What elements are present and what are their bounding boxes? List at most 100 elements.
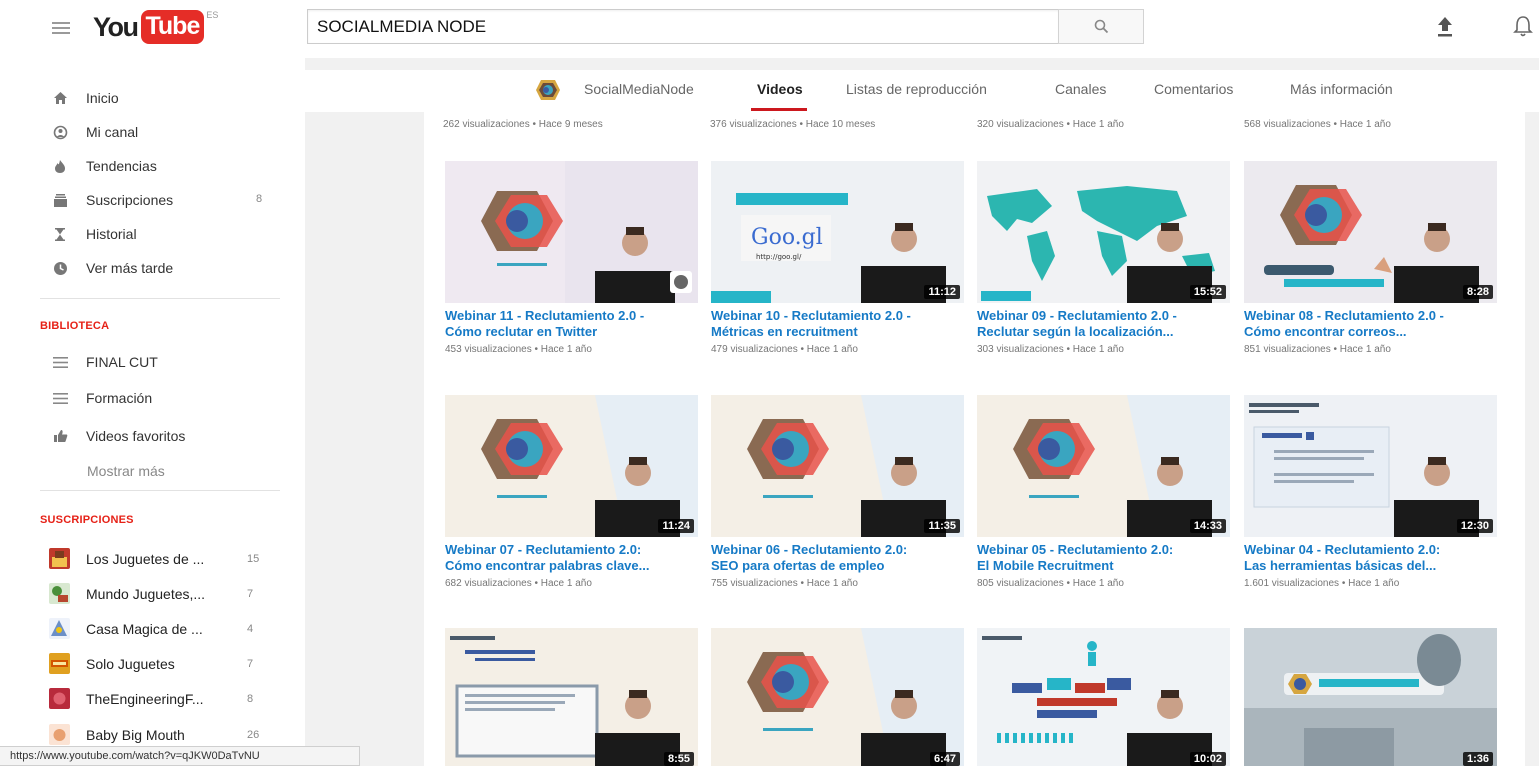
channel-avatar <box>49 653 70 674</box>
guide-item-videos-favoritos[interactable]: Videos favoritos <box>0 418 300 452</box>
subscription-item[interactable]: Los Juguetes de ... 15 <box>0 542 300 576</box>
guide-divider <box>40 490 280 491</box>
guide-item-label: Tendencias <box>86 158 157 174</box>
user-icon <box>52 124 68 140</box>
guide-item-label: Mi canal <box>86 124 139 140</box>
video-title-line: Reclutar según la localización... <box>977 324 1174 339</box>
tab-listas-de-reproduccion[interactable]: Listas de reproducción <box>846 81 987 97</box>
link-status-bar: https://www.youtube.com/watch?v=qJKW0DaT… <box>0 746 360 766</box>
video-thumbnail[interactable] <box>445 161 698 303</box>
guide-item-label: Videos favoritos <box>86 428 186 444</box>
bell-icon[interactable] <box>1513 14 1533 38</box>
upload-icon[interactable] <box>1437 16 1453 38</box>
guide-item-tendencias[interactable]: Tendencias <box>0 148 300 182</box>
tab-mas-informacion[interactable]: Más información <box>1290 81 1393 97</box>
video-title-line: Webinar 10 - Reclutamiento 2.0 - <box>711 308 911 323</box>
video-duration: 8:28 <box>1462 285 1493 299</box>
videos-grid: 262 visualizaciones • Hace 9 meses 376 v… <box>424 112 1525 766</box>
video-title-line: Webinar 07 - Reclutamiento 2.0: <box>445 542 642 557</box>
video-title-line: Cómo reclutar en Twitter <box>445 324 598 339</box>
video-title-line: Métricas en recruitment <box>711 324 858 339</box>
flame-icon <box>52 158 68 174</box>
subscription-label: Los Juguetes de ... <box>86 551 205 567</box>
channel-name-link[interactable]: SocialMediaNode <box>584 81 694 97</box>
video-meta: 376 visualizaciones • Hace 10 meses <box>710 119 876 130</box>
subscription-item[interactable]: Solo Juguetes 7 <box>0 647 300 681</box>
search-button[interactable] <box>1058 9 1144 44</box>
channel-avatar <box>49 548 70 569</box>
guide-item-final-cut[interactable]: FINAL CUT <box>0 344 300 378</box>
guide-item-inicio[interactable]: Inicio <box>0 80 300 114</box>
subscription-label: Solo Juguetes <box>86 656 175 672</box>
masthead: You Tube ES SOCIALMEDIA NODE <box>0 0 1539 58</box>
thumbs-up-icon <box>52 428 68 444</box>
video-thumbnail[interactable]: 14:33 <box>977 395 1230 537</box>
tab-comentarios[interactable]: Comentarios <box>1154 81 1233 97</box>
guide-sidebar: Inicio Mi canal Tendencias Suscripciones… <box>0 58 305 766</box>
video-meta: 453 visualizaciones • Hace 1 año <box>445 344 592 355</box>
guide-item-formacion[interactable]: Formación <box>0 380 300 414</box>
tab-videos[interactable]: Videos <box>757 81 803 97</box>
video-title-link[interactable]: Webinar 06 - Reclutamiento 2.0: SEO para… <box>711 542 969 574</box>
subscription-item[interactable]: Casa Magica de ... 4 <box>0 612 300 646</box>
search-icon <box>1094 19 1108 34</box>
video-meta: 303 visualizaciones • Hace 1 año <box>977 344 1124 355</box>
thumbnail-image <box>445 395 698 537</box>
subscription-label: Mundo Juguetes,... <box>86 586 206 602</box>
video-duration: 1:36 <box>1462 752 1493 766</box>
search-input[interactable]: SOCIALMEDIA NODE <box>307 9 1059 44</box>
video-meta: 805 visualizaciones • Hace 1 año <box>977 578 1124 589</box>
video-thumbnail[interactable]: Goo.gl http://goo.gl/ 11:12 <box>711 161 964 303</box>
thumbnail-image <box>1244 395 1497 537</box>
video-title-link[interactable]: Webinar 09 - Reclutamiento 2.0 - Recluta… <box>977 308 1235 340</box>
video-title-line: Cómo encontrar palabras clave... <box>445 558 650 573</box>
thumbnail-image <box>977 628 1230 766</box>
library-section-title: BIBLIOTECA <box>40 320 110 332</box>
video-thumbnail[interactable]: 11:24 <box>445 395 698 537</box>
guide-item-suscripciones[interactable]: Suscripciones 8 <box>0 182 300 216</box>
video-meta: 851 visualizaciones • Hace 1 año <box>1244 344 1391 355</box>
video-thumbnail[interactable]: 15:52 <box>977 161 1230 303</box>
video-title-link[interactable]: Webinar 05 - Reclutamiento 2.0: El Mobil… <box>977 542 1235 574</box>
video-title-line: El Mobile Recruitment <box>977 558 1114 573</box>
menu-icon[interactable] <box>52 22 70 34</box>
guide-item-label: Suscripciones <box>86 192 174 208</box>
video-thumbnail[interactable]: 6:47 <box>711 628 964 766</box>
subscriptions-section-title: SUSCRIPCIONES <box>40 514 134 526</box>
video-title-link[interactable]: Webinar 08 - Reclutamiento 2.0 - Cómo en… <box>1244 308 1502 340</box>
video-thumbnail[interactable]: 12:30 <box>1244 395 1497 537</box>
subscription-item[interactable]: TheEngineeringF... 8 <box>0 682 300 716</box>
tab-canales[interactable]: Canales <box>1055 81 1106 97</box>
video-title-link[interactable]: Webinar 11 - Reclutamiento 2.0 - Cómo re… <box>445 308 703 340</box>
youtube-logo[interactable]: You Tube ES <box>93 10 218 44</box>
video-thumbnail[interactable]: 8:28 <box>1244 161 1497 303</box>
video-title-line: Webinar 06 - Reclutamiento 2.0: <box>711 542 908 557</box>
subscription-item[interactable]: Mundo Juguetes,... 7 <box>0 577 300 611</box>
video-title-line: Webinar 08 - Reclutamiento 2.0 - <box>1244 308 1444 323</box>
video-meta: 479 visualizaciones • Hace 1 año <box>711 344 858 355</box>
guide-item-label: Inicio <box>86 90 119 106</box>
video-meta: 682 visualizaciones • Hace 1 año <box>445 578 592 589</box>
guide-item-mi-canal[interactable]: Mi canal <box>0 114 300 148</box>
guide-divider <box>40 298 280 299</box>
video-thumbnail[interactable]: 11:35 <box>711 395 964 537</box>
show-more-link[interactable]: Mostrar más <box>87 463 165 479</box>
video-thumbnail[interactable]: 8:55 <box>445 628 698 766</box>
guide-item-label: Ver más tarde <box>86 260 174 276</box>
channel-avatar-icon[interactable] <box>535 79 561 101</box>
guide-item-label: FINAL CUT <box>86 354 158 370</box>
channel-avatar <box>49 583 70 604</box>
guide-item-ver-mas-tarde[interactable]: Ver más tarde <box>0 250 300 284</box>
video-title-link[interactable]: Webinar 07 - Reclutamiento 2.0: Cómo enc… <box>445 542 703 574</box>
video-thumbnail[interactable]: 10:02 <box>977 628 1230 766</box>
video-title-line: Webinar 04 - Reclutamiento 2.0: <box>1244 542 1441 557</box>
thumbnail-image: Goo.gl http://goo.gl/ <box>711 161 964 303</box>
channel-avatar <box>49 618 70 639</box>
subscriptions-count: 8 <box>256 193 263 205</box>
search-input-value: SOCIALMEDIA NODE <box>317 16 487 36</box>
thumbnail-image <box>977 161 1230 303</box>
video-thumbnail[interactable]: 1:36 <box>1244 628 1497 766</box>
video-title-link[interactable]: Webinar 10 - Reclutamiento 2.0 - Métrica… <box>711 308 969 340</box>
guide-item-historial[interactable]: Historial <box>0 216 300 250</box>
video-title-link[interactable]: Webinar 04 - Reclutamiento 2.0: Las herr… <box>1244 542 1502 574</box>
